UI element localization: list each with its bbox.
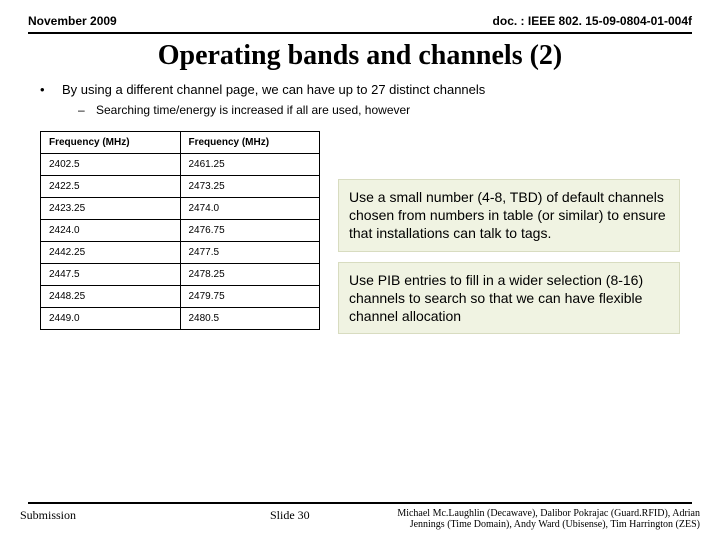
table-row: 2424.0 2476.75 [41,220,320,242]
cell: 2448.25 [41,286,181,308]
footer-authors: Michael Mc.Laughlin (Decawave), Dalibor … [360,508,700,530]
table-header-row: Frequency (MHz) Frequency (MHz) [41,132,320,154]
note-box-default-channels: Use a small number (4-8, TBD) of default… [338,179,680,252]
sub-bullet-item: – Searching time/energy is increased if … [78,103,680,117]
cell: 2479.75 [180,286,320,308]
frequency-table: Frequency (MHz) Frequency (MHz) 2402.5 2… [40,131,320,330]
notes-column: Use a small number (4-8, TBD) of default… [338,131,680,344]
cell: 2402.5 [41,154,181,176]
cell: 2474.0 [180,198,320,220]
table-row: 2442.25 2477.5 [41,242,320,264]
table-row: 2423.25 2474.0 [41,198,320,220]
cell: 2473.25 [180,176,320,198]
table-row: 2447.5 2478.25 [41,264,320,286]
footer-slide-number: Slide 30 [270,508,310,523]
cell: 2442.25 [41,242,181,264]
cell: 2477.5 [180,242,320,264]
col-header-left: Frequency (MHz) [41,132,181,154]
table-row: 2422.5 2473.25 [41,176,320,198]
cell: 2424.0 [41,220,181,242]
sub-bullet-text: Searching time/energy is increased if al… [96,103,410,117]
col-header-right: Frequency (MHz) [180,132,320,154]
cell: 2447.5 [41,264,181,286]
dash-mark: – [78,103,96,117]
header-date: November 2009 [28,14,117,28]
content-row: Frequency (MHz) Frequency (MHz) 2402.5 2… [40,131,680,344]
cell: 2476.75 [180,220,320,242]
cell: 2449.0 [41,308,181,330]
slide-title: Operating bands and channels (2) [0,34,720,82]
cell: 2423.25 [41,198,181,220]
bullet-mark: • [40,82,62,97]
slide-body: • By using a different channel page, we … [0,82,720,344]
slide-footer: Submission Slide 30 Michael Mc.Laughlin … [0,502,720,530]
note-box-pib-entries: Use PIB entries to fill in a wider selec… [338,262,680,335]
bullet-text: By using a different channel page, we ca… [62,82,485,97]
footer-row: Submission Slide 30 Michael Mc.Laughlin … [20,508,700,530]
table-row: 2448.25 2479.75 [41,286,320,308]
header-doc-ref: doc. : IEEE 802. 15-09-0804-01-004f [493,14,692,28]
slide-header: November 2009 doc. : IEEE 802. 15-09-080… [0,0,720,32]
footer-left: Submission [20,508,76,523]
footer-rule [28,502,692,504]
bullet-item: • By using a different channel page, we … [40,82,680,97]
table-row: 2449.0 2480.5 [41,308,320,330]
cell: 2461.25 [180,154,320,176]
cell: 2478.25 [180,264,320,286]
table-row: 2402.5 2461.25 [41,154,320,176]
cell: 2422.5 [41,176,181,198]
cell: 2480.5 [180,308,320,330]
